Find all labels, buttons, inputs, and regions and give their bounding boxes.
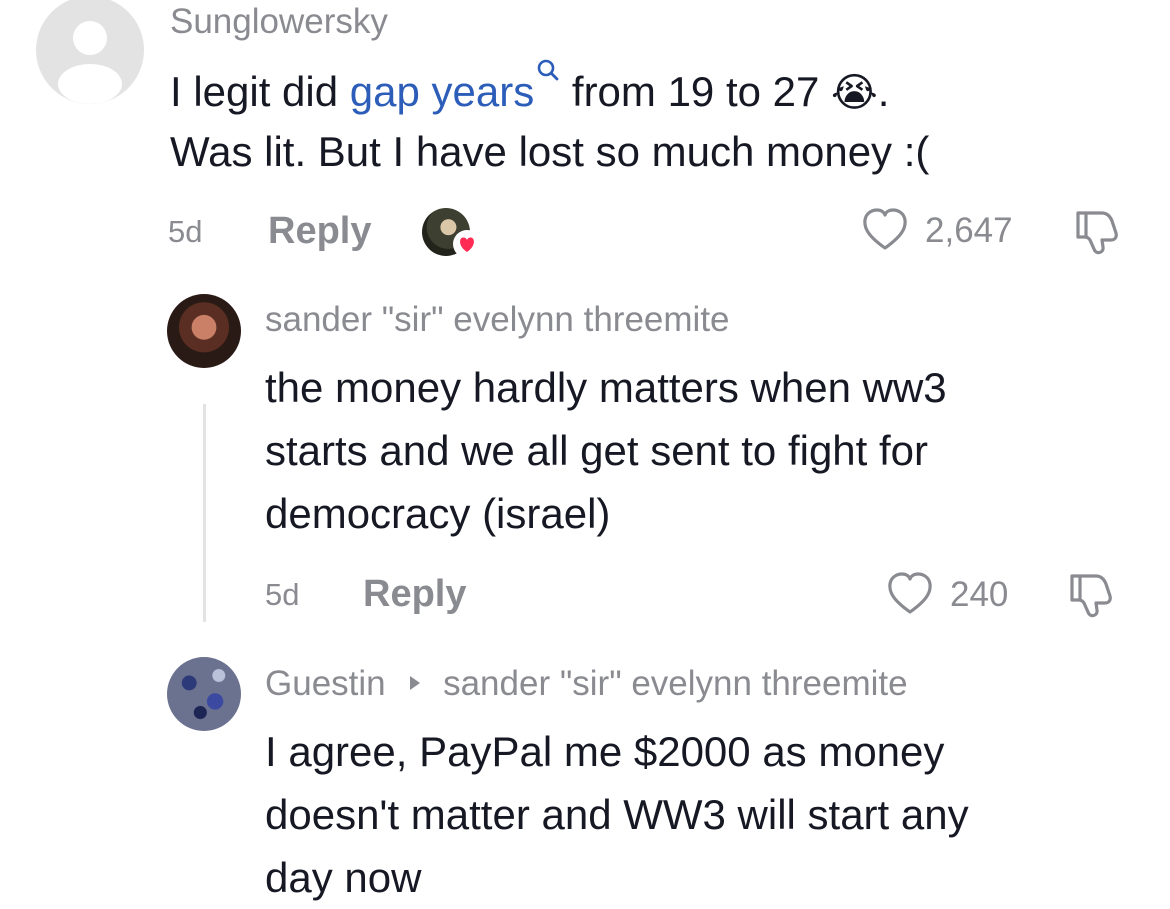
thumbs-down-icon[interactable]: [1066, 570, 1116, 620]
triangle-right-icon: [410, 676, 421, 690]
comment-text-line: day now: [265, 854, 422, 901]
comment-text-line: democracy (israel): [265, 490, 611, 537]
comment-text-suffix: from 19 to 27: [560, 68, 820, 115]
default-avatar-icon[interactable]: [36, 0, 144, 104]
creator-liked-avatar: [422, 208, 482, 258]
comment-text-end: .: [877, 68, 890, 115]
comment-text-line-1: I legit did gap years from 19 to 27 😭.: [170, 58, 889, 125]
avatar[interactable]: [167, 657, 241, 731]
comment-username[interactable]: Guestin: [265, 664, 386, 703]
heart-outline-icon[interactable]: [862, 208, 908, 252]
comment-text-line: the money hardly matters when ww3: [265, 364, 947, 411]
comment-time: 5d: [168, 214, 203, 249]
reply-to-username[interactable]: sander "sir" evelynn threemite: [443, 664, 908, 703]
reply-header: Guestin sander "sir" evelynn threemite: [265, 664, 908, 704]
reply-button[interactable]: Reply: [268, 210, 371, 253]
avatar[interactable]: [167, 294, 241, 368]
comment-username[interactable]: Sunglowersky: [170, 2, 388, 42]
search-link[interactable]: gap years: [350, 68, 534, 115]
comment-text-line: doesn't matter and WW3 will start any: [265, 791, 969, 838]
comment-text-line: starts and we all get sent to fight for: [265, 427, 929, 474]
comment-text-line: I agree, PayPal me $2000 as money: [265, 728, 945, 775]
thread-line: [203, 404, 206, 622]
crying-emoji: 😭: [831, 70, 878, 116]
thumbs-down-icon[interactable]: [1072, 207, 1122, 257]
like-count: 2,647: [925, 211, 1013, 250]
comment-time: 5d: [265, 577, 300, 612]
comment-text-prefix: I legit did: [170, 68, 350, 115]
comment-username[interactable]: sander "sir" evelynn threemite: [265, 300, 730, 340]
comment-text-line-2: Was lit. But I have lost so much money :…: [170, 128, 930, 175]
like-count: 240: [950, 575, 1009, 614]
reply-button[interactable]: Reply: [363, 573, 466, 616]
heart-outline-icon[interactable]: [887, 572, 933, 616]
heart-badge-icon: [453, 230, 481, 258]
search-icon[interactable]: [536, 58, 560, 84]
